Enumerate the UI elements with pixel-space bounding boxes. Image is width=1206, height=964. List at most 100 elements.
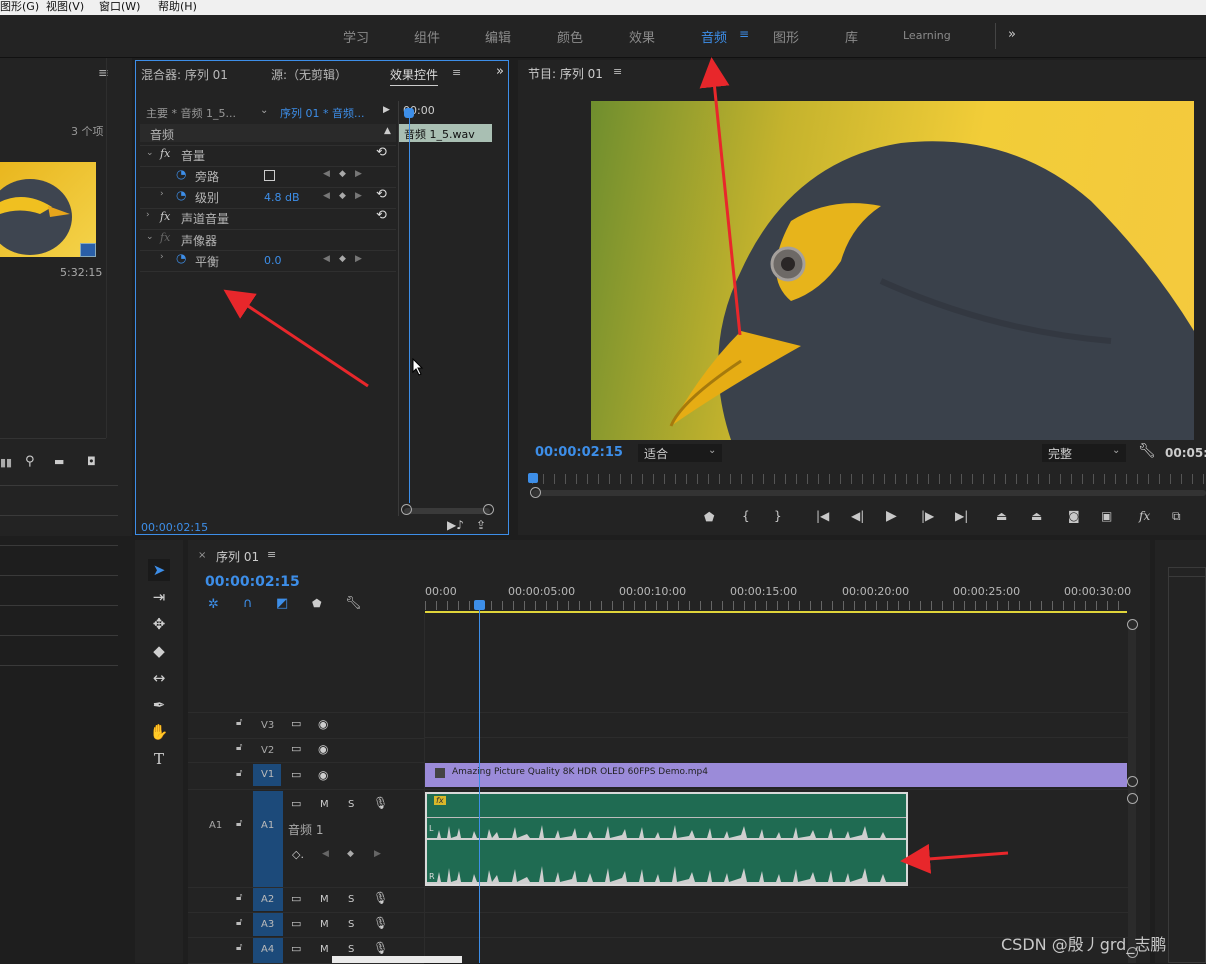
prev-keyframe-icon[interactable]: ◀ bbox=[323, 254, 330, 264]
chevron-collapsed-icon[interactable]: › bbox=[146, 210, 150, 220]
program-timecode[interactable]: 00:00:02:15 bbox=[535, 445, 623, 460]
reset-icon[interactable]: ⟲ bbox=[376, 208, 387, 223]
next-keyframe-icon[interactable]: ▶ bbox=[374, 849, 381, 859]
go-to-out-icon[interactable]: ▶| bbox=[955, 509, 968, 523]
collapse-up-icon[interactable]: ▲ bbox=[384, 126, 391, 136]
menu-view[interactable]: 视图(V) bbox=[46, 0, 84, 13]
close-sequence-icon[interactable]: × bbox=[198, 550, 206, 561]
workspace-tab-effects[interactable]: 效果 bbox=[629, 27, 655, 46]
lock-icon[interactable]: 🔓︎ bbox=[236, 717, 242, 728]
lock-icon[interactable]: 🔓︎ bbox=[236, 942, 242, 953]
track-label-v3[interactable]: V3 bbox=[261, 720, 274, 731]
menu-help[interactable]: 帮助(H) bbox=[158, 0, 197, 13]
keyframe-clip-bar[interactable]: 音频 1_5.wav bbox=[399, 124, 492, 142]
chevron-collapsed-icon[interactable]: › bbox=[160, 189, 164, 199]
balance-value[interactable]: 0.0 bbox=[264, 254, 282, 267]
microphone-icon[interactable]: 🎙︎ bbox=[373, 941, 388, 955]
timeline-vertical-scrollbar[interactable] bbox=[1128, 620, 1136, 963]
audio-clip[interactable]: fx L R bbox=[425, 792, 908, 886]
chevron-expanded-icon[interactable]: ⌄ bbox=[146, 148, 154, 158]
new-item-icon[interactable]: ◘ bbox=[87, 455, 96, 468]
export-frame-icon[interactable]: ◙ bbox=[1068, 509, 1080, 523]
lock-icon[interactable]: 🔓︎ bbox=[236, 768, 242, 779]
solo-button[interactable]: S bbox=[348, 919, 354, 930]
reset-icon[interactable]: ⟲ bbox=[376, 187, 387, 202]
menu-window[interactable]: 窗口(W) bbox=[99, 0, 140, 13]
mute-button[interactable]: M bbox=[320, 894, 329, 905]
eye-icon[interactable]: ◉ bbox=[318, 717, 328, 731]
hand-tool-icon[interactable]: ✋ bbox=[148, 721, 170, 743]
mark-out-icon[interactable]: } bbox=[774, 509, 782, 523]
track-label-v2[interactable]: V2 bbox=[261, 745, 274, 756]
stopwatch-icon[interactable]: ◔ bbox=[176, 251, 186, 265]
sequence-clip-label[interactable]: 序列 01 * 音频... bbox=[280, 105, 364, 121]
stopwatch-icon[interactable]: ◔ bbox=[176, 188, 186, 202]
sync-lock-icon[interactable]: ▭ bbox=[291, 797, 301, 810]
lock-icon[interactable]: 🔓︎ bbox=[236, 917, 242, 928]
track-target-a1[interactable]: A1 bbox=[253, 791, 283, 887]
keyframe-toggle-icon[interactable]: ◇. bbox=[292, 848, 304, 861]
chevron-collapsed-icon[interactable]: › bbox=[160, 252, 164, 262]
chevron-expanded-icon[interactable]: ⌄ bbox=[146, 232, 154, 242]
timeline-ruler-ticks[interactable] bbox=[425, 601, 1127, 610]
program-monitor-title[interactable]: 节目: 序列 01 bbox=[528, 65, 603, 82]
solo-button[interactable]: S bbox=[348, 894, 354, 905]
work-area-bar[interactable] bbox=[425, 611, 1127, 613]
prev-keyframe-icon[interactable]: ◀ bbox=[322, 849, 329, 859]
tab-source[interactable]: 源:（无剪辑） bbox=[271, 66, 347, 83]
pen-tool-icon[interactable]: ✒ bbox=[148, 694, 170, 716]
lift-icon[interactable]: ⏏ bbox=[996, 509, 1007, 523]
microphone-icon[interactable]: 🎙︎ bbox=[373, 891, 388, 905]
workspace-tab-learning[interactable]: Learning bbox=[903, 29, 951, 42]
video-clip[interactable]: Amazing Picture Quality 8K HDR OLED 60FP… bbox=[425, 763, 1127, 787]
prev-keyframe-icon[interactable]: ◀ bbox=[323, 169, 330, 179]
add-keyframe-icon[interactable]: ◆ bbox=[339, 191, 346, 201]
effect-controls-menu-icon[interactable]: ≡ bbox=[452, 66, 461, 79]
go-to-in-icon[interactable]: |◀ bbox=[816, 509, 829, 523]
track-target-a2[interactable]: A2 bbox=[253, 888, 283, 911]
timeline-timecode[interactable]: 00:00:02:15 bbox=[205, 574, 300, 590]
extract-icon[interactable]: ⏏ bbox=[1031, 509, 1042, 523]
stopwatch-icon[interactable]: ◔ bbox=[176, 167, 186, 181]
eye-icon[interactable]: ◉ bbox=[318, 742, 328, 756]
program-scrub-ticks[interactable] bbox=[532, 474, 1206, 484]
project-clip-thumbnail[interactable] bbox=[0, 162, 96, 257]
eye-icon[interactable]: ◉ bbox=[318, 768, 328, 782]
expand-panel-icon[interactable]: » bbox=[496, 64, 504, 79]
microphone-icon[interactable]: 🎙︎ bbox=[373, 916, 388, 930]
search-icon[interactable]: ⚲ bbox=[25, 454, 35, 469]
quality-dropdown[interactable]: 完整 ⌄ bbox=[1042, 444, 1126, 462]
next-keyframe-icon[interactable]: ▶ bbox=[355, 169, 362, 179]
microphone-icon[interactable]: 🎙︎ bbox=[373, 796, 388, 810]
prev-keyframe-icon[interactable]: ◀ bbox=[323, 191, 330, 201]
add-marker-icon[interactable]: ⬟ bbox=[312, 597, 322, 610]
timeline-playhead-handle[interactable] bbox=[474, 600, 485, 610]
lock-icon[interactable]: 🔓︎ bbox=[236, 892, 242, 903]
button-editor-icon[interactable]: ⧉ bbox=[1172, 509, 1181, 524]
list-view-icon[interactable]: ▮▮ bbox=[0, 456, 12, 469]
program-zoom-bar[interactable] bbox=[532, 490, 1206, 496]
fx-toggle-icon[interactable]: fx bbox=[1139, 509, 1150, 523]
program-video-frame[interactable] bbox=[591, 101, 1194, 440]
program-menu-icon[interactable]: ≡ bbox=[613, 65, 622, 78]
scroll-handle-top[interactable] bbox=[1127, 619, 1138, 630]
keyframe-scrollbar[interactable] bbox=[404, 508, 490, 514]
ripple-edit-tool-icon[interactable]: ✥ bbox=[148, 613, 170, 635]
comparison-view-icon[interactable]: ▣ bbox=[1101, 509, 1112, 523]
track-select-tool-icon[interactable]: ⇥ bbox=[148, 586, 170, 608]
mute-button[interactable]: M bbox=[320, 919, 329, 930]
sync-lock-icon[interactable]: ▭ bbox=[291, 917, 301, 930]
add-marker-icon[interactable]: ⬟ bbox=[704, 510, 714, 524]
workspace-tab-color[interactable]: 颜色 bbox=[557, 27, 583, 46]
step-back-icon[interactable]: ◀| bbox=[851, 509, 864, 523]
chevron-down-icon[interactable]: ⌄ bbox=[260, 105, 268, 116]
solo-button[interactable]: S bbox=[348, 944, 354, 955]
mute-button[interactable]: M bbox=[320, 944, 329, 955]
slip-tool-icon[interactable]: ↔ bbox=[148, 667, 170, 689]
linked-selection-icon[interactable]: ◩ bbox=[276, 596, 288, 611]
scroll-handle-left[interactable] bbox=[401, 504, 412, 515]
razor-tool-icon[interactable]: ◆ bbox=[148, 640, 170, 662]
mute-button[interactable]: M bbox=[320, 799, 329, 810]
program-playhead[interactable] bbox=[528, 473, 538, 483]
sync-lock-icon[interactable]: ▭ bbox=[291, 892, 301, 905]
